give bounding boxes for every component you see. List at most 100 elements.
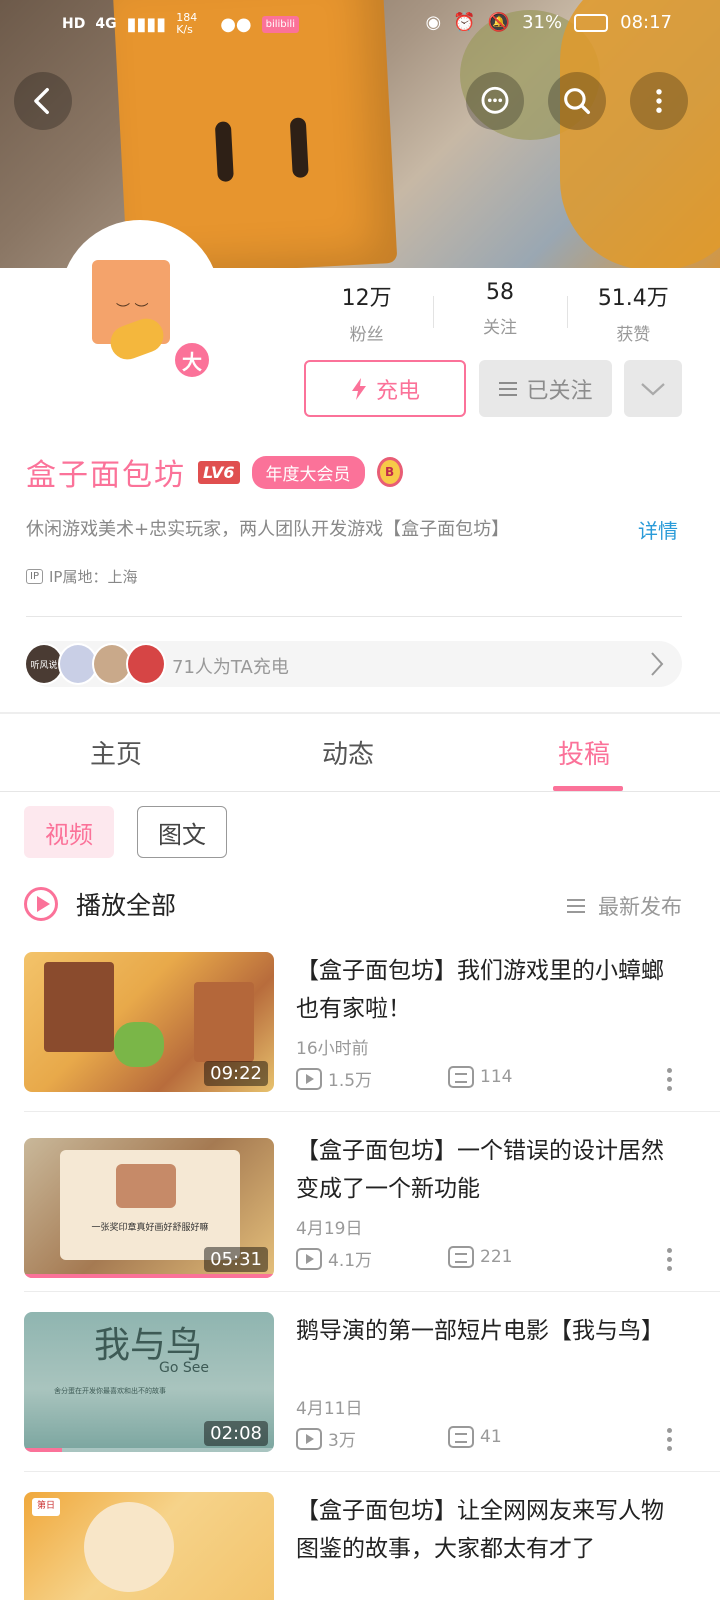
- stat-label: 粉丝: [349, 325, 384, 345]
- video-comments: 221: [448, 1246, 512, 1268]
- profile-stats: 12万 粉丝 58 关注 51.4万 获赞: [300, 280, 700, 345]
- video-comments: 41: [448, 1426, 502, 1448]
- medal-icon[interactable]: B: [376, 457, 403, 487]
- video-views: 3万: [296, 1426, 356, 1451]
- video-title: 【盒子面包坊】一个错误的设计居然变成了一个新功能: [296, 1138, 664, 1202]
- stat-value: 58: [485, 280, 514, 305]
- status-bar: HD 4G ▮▮▮▮ 184 K/s ●● bilibili ◉ ⏰ 🔕 31%…: [0, 0, 720, 50]
- thumb-bookshelf: [44, 962, 114, 1052]
- level-badge[interactable]: LV6: [198, 460, 240, 484]
- back-icon: [34, 87, 49, 115]
- message-button[interactable]: [466, 72, 524, 130]
- alarm-icon: ⏰: [453, 12, 476, 33]
- video-item[interactable]: 我与鸟 Go See 舍分蛋在开发你最喜欢和出不的故事 02:08 鹅导演的第一…: [0, 1312, 720, 1492]
- divider: [24, 1471, 720, 1472]
- play-all-button[interactable]: 播放全部: [24, 886, 176, 922]
- more-icon: [656, 89, 662, 113]
- filter-article[interactable]: 图文: [137, 806, 227, 858]
- search-button[interactable]: [548, 72, 606, 130]
- tab-dynamics[interactable]: 动态: [322, 734, 374, 771]
- thumb-bed: [194, 982, 254, 1062]
- video-duration: 02:08: [204, 1421, 268, 1446]
- divider: [24, 1291, 720, 1292]
- sort-button[interactable]: 最新发布: [566, 891, 682, 921]
- tab-uploads[interactable]: 投稿: [558, 734, 610, 771]
- thumb-chair: [114, 1022, 164, 1067]
- vip-avatar-badge: 大: [172, 340, 212, 380]
- name-row: 盒子面包坊 LV6 年度大会员 B: [26, 450, 403, 494]
- video-more-button[interactable]: [662, 1248, 676, 1271]
- watch-progress: [24, 1448, 62, 1452]
- view-count: 3万: [328, 1431, 356, 1451]
- filter-video[interactable]: 视频: [24, 806, 114, 858]
- thumb-character: [116, 1164, 176, 1208]
- view-count-icon: [296, 1247, 322, 1270]
- vip-badge[interactable]: 年度大会员: [251, 455, 365, 489]
- sort-lines-icon: [567, 899, 585, 913]
- view-count: 1.5万: [328, 1071, 373, 1091]
- video-item[interactable]: 第日 【盒子面包坊】让全网网友来写人物图鉴的故事，大家都太有才了: [0, 1492, 720, 1600]
- search-icon: [564, 88, 591, 115]
- thumb-subtitle: Go See: [159, 1360, 209, 1376]
- battery-percent: 31%: [522, 12, 563, 33]
- thumb-badge: 第日: [32, 1498, 60, 1516]
- eye-icon: ◉: [425, 12, 442, 33]
- video-thumbnail[interactable]: 09:22: [24, 952, 274, 1092]
- video-more-button[interactable]: [662, 1428, 676, 1451]
- menu-lines-icon: [499, 381, 518, 396]
- stat-fans[interactable]: 12万 粉丝: [300, 280, 433, 345]
- comment-count: 41: [480, 1427, 502, 1447]
- ip-icon: IP: [26, 569, 43, 584]
- banner-box-eye: [289, 117, 309, 179]
- video-comments: 114: [448, 1066, 512, 1088]
- more-button[interactable]: [630, 72, 688, 130]
- video-title: 【盒子面包坊】我们游戏里的小蟑螂也有家啦！: [296, 958, 664, 1022]
- video-more-button[interactable]: [662, 1068, 676, 1091]
- bio-text: 休闲游戏美术+忠实玩家，两人团队开发游戏【盒子面包坊】: [26, 519, 510, 540]
- followed-button[interactable]: 已关注: [479, 360, 612, 417]
- stat-label: 获赞: [616, 325, 651, 345]
- expand-button[interactable]: [624, 360, 682, 417]
- ip-location-row: IP IP属地：上海: [26, 566, 137, 587]
- stat-value: 51.4万: [597, 286, 669, 311]
- view-count-icon: [296, 1067, 322, 1090]
- comment-count: 114: [480, 1067, 513, 1087]
- banner-box-eye: [214, 121, 234, 183]
- comment-count-icon: [448, 1426, 474, 1448]
- mute-icon: 🔕: [487, 12, 511, 33]
- comment-count: 221: [480, 1247, 513, 1267]
- video-thumbnail[interactable]: 我与鸟 Go See 舍分蛋在开发你最喜欢和出不的故事 02:08: [24, 1312, 274, 1452]
- tab-home[interactable]: 主页: [90, 734, 142, 771]
- detail-link[interactable]: 详情: [638, 515, 678, 544]
- video-duration: 09:22: [204, 1061, 268, 1086]
- video-item[interactable]: 09:22 【盒子面包坊】我们游戏里的小蟑螂也有家啦！ 16小时前 1.5万 1…: [0, 952, 720, 1132]
- ip-location: IP属地：上海: [48, 568, 138, 586]
- avatar-face: ︶ ︶: [116, 303, 149, 319]
- status-left: HD 4G ▮▮▮▮ 184 K/s ●● bilibili: [62, 12, 299, 36]
- stat-following[interactable]: 58 关注: [433, 280, 566, 345]
- supporter-avatar: [126, 643, 166, 685]
- video-thumbnail[interactable]: 第日: [24, 1492, 274, 1600]
- video-time: 4月11日: [296, 1399, 363, 1419]
- followed-label: 已关注: [526, 378, 593, 404]
- chevron-down-icon: [641, 382, 665, 395]
- comment-count-icon: [448, 1066, 474, 1088]
- stat-likes[interactable]: 51.4万 获赞: [566, 280, 700, 345]
- message-icon: [481, 86, 509, 114]
- video-thumbnail[interactable]: 一张奖印章真好画好舒服好嘛 05:31: [24, 1138, 274, 1278]
- supporters-count: 71人为TA充电: [172, 657, 289, 678]
- divider: [24, 1111, 720, 1112]
- video-item[interactable]: 一张奖印章真好画好舒服好嘛 05:31 【盒子面包坊】一个错误的设计居然变成了一…: [0, 1132, 720, 1312]
- bilibili-app-icon: bilibili: [261, 15, 299, 33]
- view-count: 4.1万: [328, 1251, 373, 1271]
- video-views: 1.5万: [296, 1066, 372, 1091]
- divider: [26, 616, 682, 617]
- back-button[interactable]: [14, 72, 72, 130]
- progress-track: [24, 1448, 274, 1452]
- battery-icon: [574, 13, 609, 32]
- video-duration: 05:31: [204, 1247, 268, 1272]
- hd-indicator: HD: [62, 16, 86, 32]
- clock: 08:17: [620, 12, 672, 33]
- charge-supporters-bar[interactable]: 听风说 71人为TA充电: [24, 641, 682, 687]
- charge-button[interactable]: 充电: [304, 360, 466, 417]
